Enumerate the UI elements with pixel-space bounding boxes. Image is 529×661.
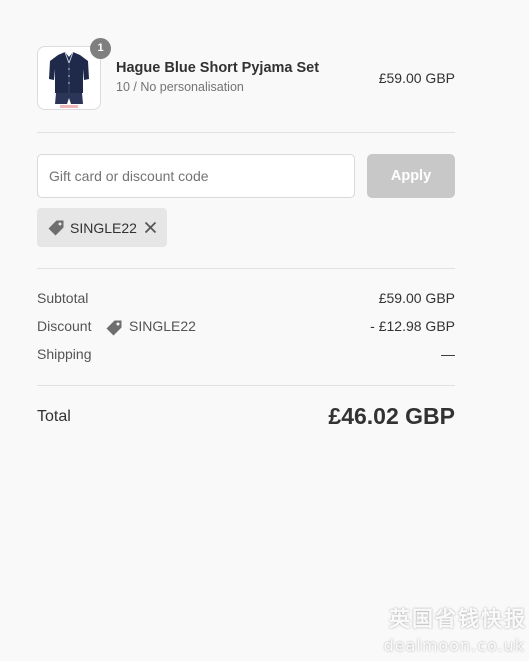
total-value: £46.02 GBP	[328, 403, 455, 429]
applied-discount-code: SINGLE22	[70, 220, 137, 236]
divider	[37, 132, 455, 133]
product-name: Hague Blue Short Pyjama Set	[116, 60, 320, 76]
quantity-badge: 1	[90, 38, 111, 59]
discount-label: Discount	[37, 318, 92, 334]
product-thumbnail: 1	[37, 38, 111, 110]
product-variant: 10 / No personalisation	[116, 80, 244, 94]
price-tag-icon	[106, 320, 122, 336]
divider	[37, 268, 455, 269]
watermark-url: dealmoon.co.uk	[383, 636, 525, 655]
watermark-text: 英国省钱快报	[389, 607, 527, 631]
applied-discount-tag: SINGLE22	[37, 208, 167, 247]
close-icon[interactable]	[143, 220, 158, 235]
subtotal-row: Subtotal £59.00 GBP	[37, 290, 455, 310]
apply-button[interactable]: Apply	[367, 154, 455, 198]
shipping-value: —	[441, 346, 455, 362]
divider	[37, 385, 455, 386]
discount-row: Discount SINGLE22 - £12.98 GBP	[37, 318, 455, 338]
price-tag-icon	[48, 220, 64, 236]
total-label: Total	[37, 408, 71, 425]
line-item: 1 Hague Blue Short Pyjama Set 10 / No pe…	[37, 38, 455, 110]
discount-code-input[interactable]	[37, 154, 355, 198]
shipping-row: Shipping —	[37, 346, 455, 366]
subtotal-label: Subtotal	[37, 290, 89, 306]
discount-code-text: SINGLE22	[129, 318, 196, 334]
subtotal-value: £59.00 GBP	[378, 290, 455, 306]
product-price: £59.00 GBP	[378, 70, 455, 86]
shipping-label: Shipping	[37, 346, 92, 362]
pyjama-image-icon	[49, 51, 89, 108]
discount-value: - £12.98 GBP	[370, 318, 455, 334]
